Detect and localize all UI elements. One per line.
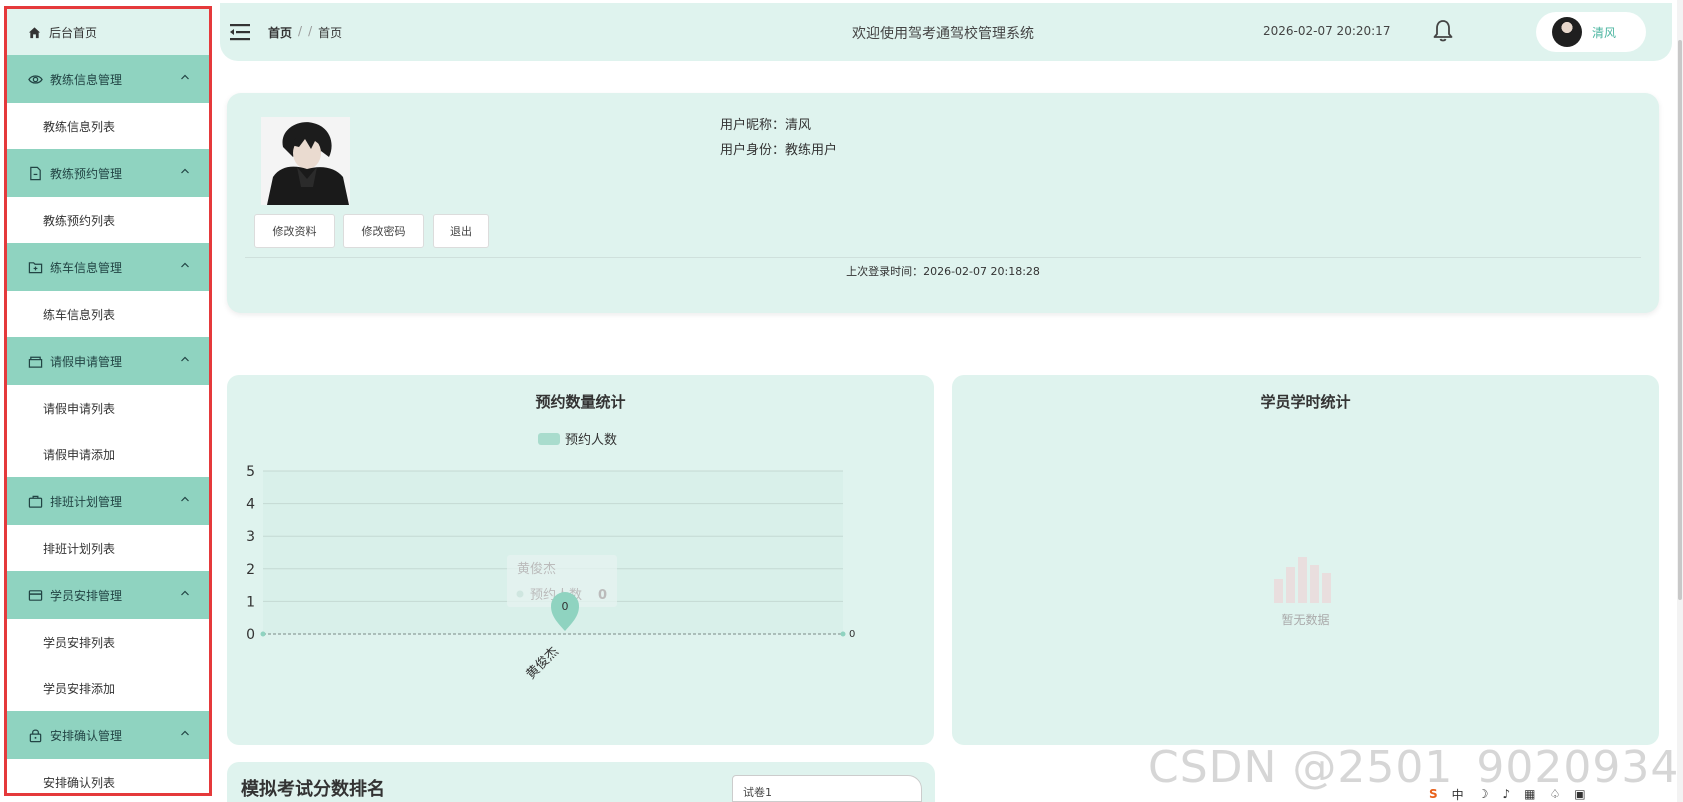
sogou-icon: S [1429,787,1438,801]
sidebar-group-label: 教练信息管理 [50,72,123,87]
x-tick-label: 黄俊杰 [524,644,562,682]
chevron-up-icon[interactable] [179,727,191,739]
profile-avatar [261,117,350,205]
menu-toggle-icon[interactable] [230,23,250,41]
bell-icon[interactable] [1432,19,1454,43]
edit-profile-button[interactable]: 修改资料 [254,214,335,248]
sidebar-subitem[interactable]: 排班计划列表 [7,525,209,571]
welcome-title: 欢迎使用驾考通驾校管理系统 [852,26,1034,42]
last-login-time: 上次登录时间：2026-02-07 20:18:28 [846,265,1040,278]
role-text: 用户身份：教练用户 [720,143,838,158]
y-tick-label: 5 [246,464,255,480]
breadcrumb: 首页 / / 首页 [268,24,342,41]
folder-plus-icon [27,259,43,275]
empty-data-text: 暂无数据 [1281,613,1330,627]
briefcase-icon [27,493,43,509]
data-point [840,631,846,637]
sidebar-group-header[interactable]: 安排确认管理 [7,711,209,759]
ime-toolbar[interactable]: S 中 ☽ ♪ ▦ ♤ ▣ [1421,786,1683,802]
chart-title: 学员学时统计 [1260,393,1351,411]
sidebar-group-label: 教练预约管理 [50,166,123,181]
hours-chart-card: 学员学时统计 暂无数据 [952,375,1659,745]
box-icon [27,353,43,369]
logout-button[interactable]: 退出 [433,214,489,248]
y-tick-label: 3 [246,529,255,545]
grid-icon[interactable]: ▣ [1574,787,1585,801]
empty-chart-icon [1274,557,1331,603]
y-tick-label: 0 [246,627,255,643]
booking-line-chart[interactable]: 012345黄俊杰0黄俊杰预约人数00 [227,375,934,745]
avatar [1552,17,1582,47]
sidebar-group-label: 练车信息管理 [50,260,123,275]
user-menu[interactable]: 清风 [1536,12,1646,52]
chevron-up-icon[interactable] [179,165,191,177]
tooltip-value: 0 [598,588,607,603]
tooltip-marker [516,590,524,598]
end-value-label: 0 [849,629,855,640]
ime-mode[interactable]: 中 [1452,786,1464,802]
booking-chart-card: 预约数量统计 预约人数 012345黄俊杰0黄俊杰预约人数00 [227,375,934,745]
sidebar-group-label: 学员安排管理 [50,588,123,603]
sidebar-subitem[interactable]: 教练预约列表 [7,197,209,243]
eye-icon [27,71,43,87]
tooltip-name: 黄俊杰 [517,562,556,577]
breadcrumb-separator: / [308,24,313,38]
breadcrumb-home[interactable]: 首页 [268,24,292,41]
sidebar-group-header[interactable]: 请假申请管理 [7,337,209,385]
sidebar: 后台首页 教练信息管理教练信息列表教练预约管理教练预约列表练车信息管理练车信息列… [4,6,212,796]
change-password-button[interactable]: 修改密码 [343,214,424,248]
sidebar-group-header[interactable]: 排班计划管理 [7,477,209,525]
profile-card: 用户昵称：清风 用户身份：教练用户 修改资料 修改密码 退出 上次登录时间：20… [227,93,1659,313]
chevron-up-icon[interactable] [179,587,191,599]
lock-icon [27,727,43,743]
sidebar-item-home[interactable]: 后台首页 [7,9,209,55]
data-point [260,631,266,637]
sidebar-subitem[interactable]: 教练信息列表 [7,103,209,149]
chevron-up-icon[interactable] [179,71,191,83]
chevron-up-icon[interactable] [179,259,191,271]
divider [245,257,1641,258]
page-scrollbar[interactable] [1677,0,1683,802]
card-icon [27,587,43,603]
y-tick-label: 1 [246,594,255,610]
max-marker-label: 0 [562,600,569,613]
nickname-text: 用户昵称：清风 [720,118,812,133]
ranking-title: 模拟考试分数排名 [241,779,385,800]
sidebar-group-label: 请假申请管理 [50,354,123,369]
scrollbar-thumb[interactable] [1678,40,1682,600]
sidebar-group-header[interactable]: 教练预约管理 [7,149,209,197]
sidebar-subitem[interactable]: 学员安排添加 [7,665,209,711]
top-header: 首页 / / 首页 欢迎使用驾考通驾校管理系统 2026-02-07 20:20… [220,3,1672,61]
breadcrumb-current: 首页 [318,26,343,40]
sidebar-subitem[interactable]: 安排确认列表 [7,759,209,793]
exam-ranking-card: 模拟考试分数排名 试卷1 [227,762,935,802]
sidebar-groups: 教练信息管理 教练信息列表 教练预约管理 教练预约列表 练车信息管理 练车信息列表 请假申请… [7,55,209,793]
username: 清风 [1592,25,1617,40]
document-icon [27,165,43,181]
exam-paper-select[interactable]: 试卷1 [732,775,922,802]
current-datetime: 2026-02-07 20:20:17 [1263,24,1391,38]
sidebar-group-header[interactable]: 教练信息管理 [7,55,209,103]
sidebar-group-header[interactable]: 学员安排管理 [7,571,209,619]
app-root: 后台首页 教练信息管理教练信息列表教练预约管理教练预约列表练车信息管理练车信息列… [0,0,1683,802]
moon-icon[interactable]: ☽ [1478,787,1489,801]
sidebar-subitem[interactable]: 练车信息列表 [7,291,209,337]
microphone-icon[interactable]: ♪ [1502,787,1510,801]
sidebar-item-label: 后台首页 [49,25,98,40]
sidebar-group-label: 安排确认管理 [50,728,123,743]
sidebar-subitem[interactable]: 请假申请添加 [7,431,209,477]
sidebar-subitem[interactable]: 学员安排列表 [7,619,209,665]
y-tick-label: 2 [246,562,255,578]
sidebar-group-label: 排班计划管理 [50,494,123,509]
sidebar-group-header[interactable]: 练车信息管理 [7,243,209,291]
home-icon [27,25,41,39]
chevron-up-icon[interactable] [179,493,191,505]
chevron-up-icon[interactable] [179,353,191,365]
keyboard-icon[interactable]: ▦ [1524,787,1535,801]
shirt-icon[interactable]: ♤ [1549,787,1560,801]
y-tick-label: 4 [246,497,255,513]
sidebar-subitem[interactable]: 请假申请列表 [7,385,209,431]
breadcrumb-separator: / [298,24,303,38]
